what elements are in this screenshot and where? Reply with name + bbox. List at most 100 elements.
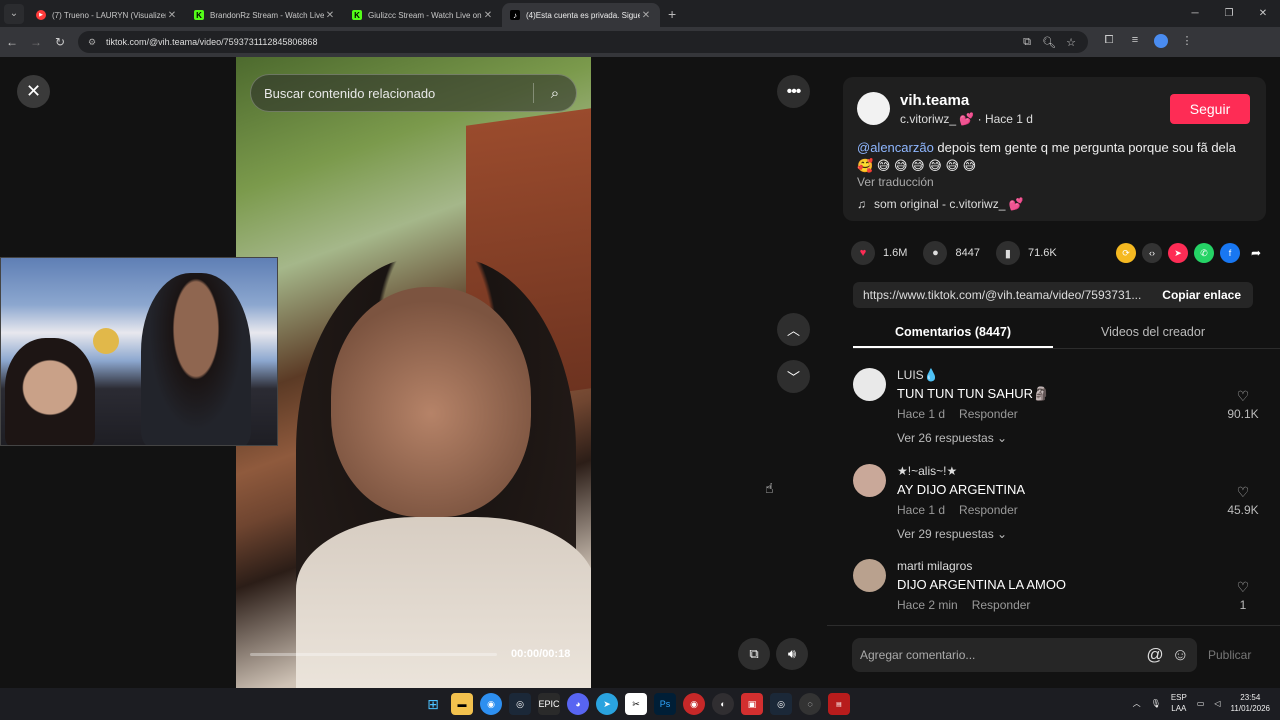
reading-list-icon[interactable]: ≡ xyxy=(1122,34,1148,51)
obs-icon[interactable]: ◐ xyxy=(712,693,734,715)
new-tab-icon[interactable]: + xyxy=(668,6,676,22)
floating-player-button[interactable]: ⧉ xyxy=(738,638,770,670)
share-url[interactable]: https://www.tiktok.com/@vih.teama/video/… xyxy=(863,288,1148,302)
facebook-icon[interactable]: f xyxy=(1220,243,1240,263)
browser-tab-4[interactable]: ♪ (4)Esta cuenta es privada. Sigue ✕ xyxy=(502,3,660,27)
video-player[interactable] xyxy=(236,57,591,688)
maximize-icon[interactable]: ❐ xyxy=(1212,8,1246,19)
reply-button[interactable]: Responder xyxy=(972,598,1031,612)
search-placeholder: Buscar contenido relacionado xyxy=(264,85,436,101)
copy-link-button[interactable]: Copiar enlace xyxy=(1162,288,1253,302)
reload-icon[interactable]: ↻ xyxy=(48,35,72,49)
comment-avatar[interactable] xyxy=(853,368,886,401)
capcut-icon[interactable]: ✂ xyxy=(625,693,647,715)
clock-date: 11/01/2026 xyxy=(1230,704,1270,713)
bookmark-star-icon[interactable]: ☆ xyxy=(1060,36,1082,49)
comment-input[interactable]: Agregar comentario... @ ☺ xyxy=(852,638,1197,672)
music-link[interactable]: ♫ som original - c.vitoriwz_ 💕 xyxy=(857,197,1024,211)
video-progress-bar[interactable] xyxy=(250,653,497,656)
app-circle-icon[interactable]: ◌ xyxy=(799,693,821,715)
embed-icon[interactable]: ‹› xyxy=(1142,243,1162,263)
close-video-button[interactable]: ✕ xyxy=(17,75,50,108)
minimize-icon[interactable]: ─ xyxy=(1178,8,1212,19)
volume-tray-icon[interactable]: ◁ xyxy=(1214,699,1220,708)
emoji-icon[interactable]: ☺ xyxy=(1172,645,1189,665)
volume-button[interactable]: 🔊︎ xyxy=(776,638,808,670)
panel-tabs: Comentarios (8447) Videos del creador xyxy=(853,319,1280,349)
mention-icon[interactable]: @ xyxy=(1146,645,1163,665)
bookmark-icon[interactable]: ▮ xyxy=(995,241,1020,265)
photoshop-icon[interactable]: Ps xyxy=(654,693,676,715)
close-window-icon[interactable]: ✕ xyxy=(1246,8,1280,19)
clock[interactable]: 23:54 11/01/2026 xyxy=(1231,692,1270,714)
telegram-icon[interactable]: ➤ xyxy=(596,693,618,715)
video-time: 00:00/00:18 xyxy=(511,648,571,660)
zoom-icon[interactable]: 🔍︎ xyxy=(1038,36,1060,49)
comment-like[interactable]: ♡ 90.1K xyxy=(1218,388,1268,421)
tab-comments[interactable]: Comentarios (8447) xyxy=(853,319,1053,348)
windows-start-icon[interactable]: ⊞ xyxy=(422,693,444,715)
publish-button[interactable]: Publicar xyxy=(1208,648,1251,662)
browser-tab-3[interactable]: K Giulizcc Stream - Watch Live on Kick ✕ xyxy=(344,3,502,27)
next-video-button[interactable]: ﹀ xyxy=(777,360,810,393)
reply-button[interactable]: Responder xyxy=(959,407,1018,421)
send-icon[interactable]: ➤ xyxy=(1168,243,1188,263)
discord-icon[interactable]: ◕ xyxy=(567,693,589,715)
extensions-icon[interactable]: ⧠ xyxy=(1096,34,1122,51)
file-explorer-icon[interactable]: ▬ xyxy=(451,693,473,715)
share-arrow-icon[interactable]: ➦ xyxy=(1246,243,1266,263)
close-tab-icon[interactable]: ✕ xyxy=(482,10,494,21)
close-tab-icon[interactable]: ✕ xyxy=(640,10,652,21)
view-replies-link[interactable]: Ver 29 respuestas ⌄ xyxy=(897,527,1007,541)
tab-search-icon[interactable]: ⌄ xyxy=(4,3,24,24)
comment-like-count: 45.9K xyxy=(1227,503,1259,517)
comment-avatar[interactable] xyxy=(853,559,886,592)
recording-icon[interactable]: ◉ xyxy=(683,693,705,715)
language-indicator[interactable]: ESP LAA xyxy=(1171,692,1187,714)
close-tab-icon[interactable]: ✕ xyxy=(166,10,178,21)
comment-icon[interactable]: ● xyxy=(923,241,948,265)
address-bar[interactable]: ⚙ tiktok.com/@vih.teama/video/7593731112… xyxy=(78,31,1088,53)
translate-link[interactable]: Ver traducción xyxy=(857,175,934,189)
save-count: 71.6K xyxy=(1027,247,1057,259)
browser-tab-2[interactable]: K BrandonRz Stream - Watch Live on Kick … xyxy=(186,3,344,27)
like-heart-icon[interactable]: ♥ xyxy=(851,241,875,265)
browser-tab-1[interactable]: ▶ (7) Trueno - LAURYN (Visualizer) ✕ xyxy=(28,3,186,27)
back-icon[interactable]: ← xyxy=(0,35,24,49)
epic-games-icon[interactable]: EPIC xyxy=(538,693,560,715)
network-icon[interactable]: ▭ xyxy=(1197,699,1205,708)
comment-username[interactable]: marti milagros xyxy=(897,559,972,573)
comment-like[interactable]: ♡ 1 xyxy=(1218,579,1268,612)
microphone-icon[interactable]: 🎙︎ xyxy=(1151,699,1161,708)
search-icon[interactable]: ⌕ xyxy=(534,85,576,102)
install-app-icon[interactable]: ⧉ xyxy=(1016,36,1038,49)
related-search-input[interactable]: Buscar contenido relacionado ⌕ xyxy=(250,74,577,112)
app-banner-icon[interactable]: ▤ xyxy=(828,693,850,715)
profile-avatar[interactable] xyxy=(1148,33,1174,51)
menu-icon[interactable]: ⋮ xyxy=(1174,34,1200,51)
reply-button[interactable]: Responder xyxy=(959,503,1018,517)
comment-username[interactable]: ★!~alis~!★ xyxy=(897,464,957,478)
comment-like[interactable]: ♡ 45.9K xyxy=(1218,484,1268,517)
author-avatar[interactable] xyxy=(857,92,890,125)
site-info-icon[interactable]: ⚙ xyxy=(88,37,100,48)
previous-video-button[interactable]: ︿ xyxy=(777,313,810,346)
steam-client-icon[interactable]: ◎ xyxy=(770,693,792,715)
author-name[interactable]: vih.teama xyxy=(900,92,969,109)
tab-title: Giulizcc Stream - Watch Live on Kick xyxy=(368,10,482,20)
app-red-icon[interactable]: ▣ xyxy=(741,693,763,715)
tab-creator-videos[interactable]: Videos del creador xyxy=(1053,319,1253,348)
caption-mention[interactable]: @alencarzão xyxy=(857,140,934,155)
steam-icon[interactable]: ◎ xyxy=(509,693,531,715)
comment-username[interactable]: LUIS💧 xyxy=(897,368,939,382)
forward-icon[interactable]: → xyxy=(24,35,48,49)
follow-button[interactable]: Seguir xyxy=(1170,94,1250,124)
whatsapp-icon[interactable]: ✆ xyxy=(1194,243,1214,263)
repost-icon[interactable]: ⟳ xyxy=(1116,243,1136,263)
view-replies-link[interactable]: Ver 26 respuestas ⌄ xyxy=(897,431,1007,445)
chrome-icon[interactable]: ◉ xyxy=(480,693,502,715)
comment-avatar[interactable] xyxy=(853,464,886,497)
close-tab-icon[interactable]: ✕ xyxy=(324,10,336,21)
tray-chevron-icon[interactable]: ︿ xyxy=(1133,698,1141,709)
more-options-button[interactable]: ••• xyxy=(777,75,810,108)
